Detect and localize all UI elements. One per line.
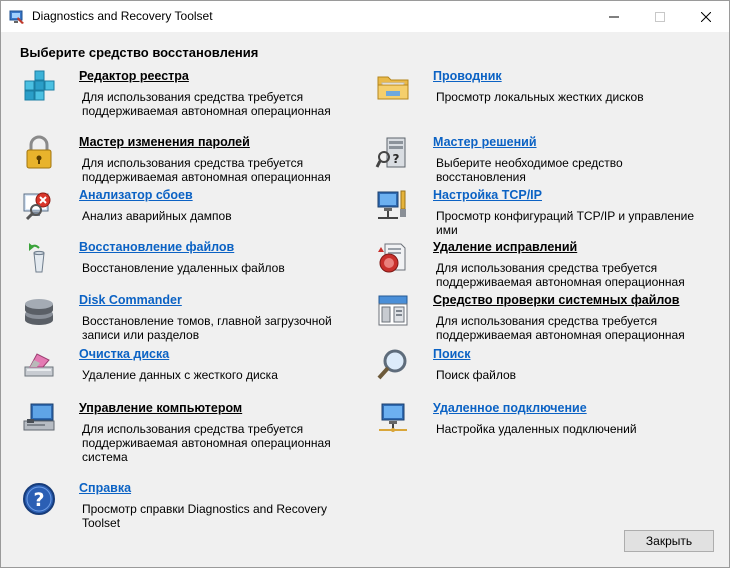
app-window: Diagnostics and Recovery Toolset Выберит… <box>0 0 730 568</box>
tool-description: Для использования средства требуется под… <box>82 156 331 184</box>
svg-text:?: ? <box>393 152 400 166</box>
hotfix-uninstall-icon <box>378 243 406 273</box>
tool-help[interactable]: ? Справка Просмотр справки Diagnostics a… <box>21 481 351 531</box>
tool-description: Восстановление удаленных файлов <box>82 261 285 275</box>
tool-description: Выберите необходимое средство восстановл… <box>436 156 623 184</box>
crash-monitor-icon <box>23 192 51 221</box>
system-file-checker-icon <box>378 295 408 326</box>
tool-name[interactable]: Disk Commander <box>79 293 182 307</box>
tool-hotfix-uninstall[interactable]: Удаление исправлений Для использования с… <box>375 240 705 290</box>
search-icon <box>377 349 407 380</box>
tool-description: Просмотр локальных жестких дисков <box>436 90 644 104</box>
tool-description: Для использования средства требуется под… <box>436 261 685 289</box>
tool-tcpip-config[interactable]: Настройка TCP/IP Просмотр конфигураций T… <box>375 188 705 238</box>
tool-description: Просмотр конфигураций TCP/IP и управлени… <box>436 209 695 237</box>
tool-registry-editor[interactable]: Редактор реестра Для использования средс… <box>21 69 351 119</box>
disk-stack-icon <box>25 299 53 325</box>
close-icon <box>701 11 711 22</box>
tool-explorer[interactable]: Проводник Просмотр локальных жестких дис… <box>375 69 705 119</box>
maximize-button[interactable] <box>637 1 683 32</box>
tool-description: Поиск файлов <box>436 368 517 382</box>
tool-description: Настройка удаленных подключений <box>436 422 637 436</box>
tool-description: Для использования средства требуется под… <box>436 314 685 342</box>
title-bar[interactable]: Diagnostics and Recovery Toolset <box>1 1 729 32</box>
recycle-bin-icon <box>29 243 45 273</box>
folder-icon <box>377 76 409 100</box>
tool-name[interactable]: Поиск <box>433 347 471 361</box>
window-title: Diagnostics and Recovery Toolset <box>32 9 213 23</box>
padlock-icon <box>26 135 52 169</box>
tool-description: Для использования средства требуется под… <box>82 90 331 118</box>
computer-management-icon <box>23 403 55 431</box>
tool-description: Восстановление томов, главной загрузочно… <box>82 314 332 342</box>
tool-remote-connection[interactable]: Удаленное подключение Настройка удаленны… <box>375 401 705 451</box>
close-window-button[interactable] <box>683 1 729 32</box>
eraser-icon <box>24 353 54 377</box>
network-config-icon <box>377 190 406 219</box>
tool-name[interactable]: Мастер решений <box>433 135 537 149</box>
tool-name[interactable]: Анализатор сбоев <box>79 188 193 202</box>
tool-name[interactable]: Средство проверки системных файлов <box>433 293 680 307</box>
tool-disk-cleanup[interactable]: Очистка диска Удаление данных с жесткого… <box>21 347 351 397</box>
tool-name[interactable]: Справка <box>79 481 131 495</box>
tool-file-restore[interactable]: Восстановление файлов Восстановление уда… <box>21 240 351 290</box>
tool-computer-management[interactable]: Управление компьютером Для использования… <box>21 401 351 464</box>
page-title: Выберите средство восстановления <box>20 45 259 60</box>
tool-name[interactable]: Настройка TCP/IP <box>433 188 542 202</box>
tool-name[interactable]: Мастер изменения паролей <box>79 135 250 149</box>
tool-name[interactable]: Управление компьютером <box>79 401 242 415</box>
remote-connection-icon <box>379 403 407 432</box>
tool-name[interactable]: Восстановление файлов <box>79 240 234 254</box>
tool-description: Просмотр справки Diagnostics and Recover… <box>82 502 328 530</box>
maximize-icon <box>655 11 665 22</box>
tool-name[interactable]: Редактор реестра <box>79 69 189 83</box>
tool-search[interactable]: Поиск Поиск файлов <box>375 347 705 397</box>
tool-system-file-checker[interactable]: Средство проверки системных файлов Для и… <box>375 293 705 343</box>
tool-solution-wizard[interactable]: ? Мастер решений Выберите необходимое ср… <box>375 135 705 185</box>
tool-disk-commander[interactable]: Disk Commander Восстановление томов, гла… <box>21 293 351 343</box>
tool-description: Для использования средства требуется под… <box>82 422 331 464</box>
minimize-icon <box>609 16 619 17</box>
tool-name[interactable]: Очистка диска <box>79 347 169 361</box>
tool-name[interactable]: Удаление исправлений <box>433 240 577 254</box>
registry-cubes-icon <box>24 70 55 101</box>
solution-wizard-icon: ? <box>375 137 406 168</box>
tool-description: Удаление данных с жесткого диска <box>82 368 278 382</box>
help-icon: ? <box>23 483 55 515</box>
app-icon <box>9 10 24 24</box>
tool-password-wizard[interactable]: Мастер изменения паролей Для использован… <box>21 135 351 185</box>
tool-name[interactable]: Проводник <box>433 69 502 83</box>
minimize-button[interactable] <box>591 1 637 32</box>
tool-description: Анализ аварийных дампов <box>82 209 232 223</box>
tool-name[interactable]: Удаленное подключение <box>433 401 587 415</box>
svg-text:?: ? <box>33 489 44 511</box>
tool-crash-analyzer[interactable]: Анализатор сбоев Анализ аварийных дампов <box>21 188 351 238</box>
close-button[interactable]: Закрыть <box>624 530 714 552</box>
